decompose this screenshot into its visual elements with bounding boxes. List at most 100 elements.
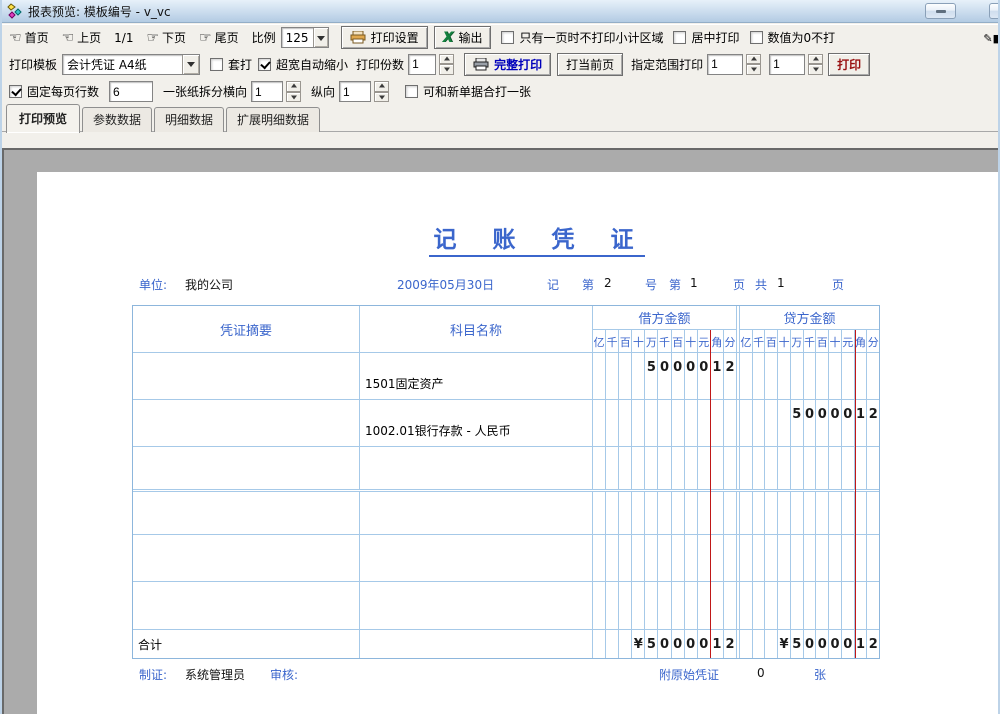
- table-row: 1501固定资产 5000012: [133, 353, 879, 400]
- checkbox-zero-no-print[interactable]: 数值为0不打: [750, 29, 836, 46]
- range-from-stepper[interactable]: [746, 54, 761, 75]
- total-pages-number: 1: [777, 276, 785, 290]
- cell-credit-digits: [740, 353, 879, 399]
- checkbox-box[interactable]: [501, 31, 514, 44]
- checkbox-center-print[interactable]: 居中打印: [673, 29, 739, 46]
- chevron-down-icon[interactable]: [182, 55, 199, 74]
- tab-detail-data[interactable]: 明细数据: [154, 107, 224, 132]
- print-current-page-button[interactable]: 打当前页: [557, 53, 623, 76]
- title-bar: 报表预览: 模板编号 - v_vc: [2, 0, 998, 23]
- scale-value: 125: [282, 28, 313, 47]
- prev-page-label: 上页: [77, 29, 101, 46]
- prev-page-button[interactable]: ☜ 上页: [62, 29, 102, 46]
- checkbox-box[interactable]: [210, 58, 223, 71]
- table-row: [133, 535, 879, 582]
- toolbar-print-options: 打印模板 会计凭证 A4纸 套打 超宽自动缩小 打印份数 完整打印 打当前页 指: [2, 50, 998, 78]
- digit-cell: [632, 447, 645, 489]
- digit-cell: [765, 582, 778, 629]
- digit-cell: 万: [791, 330, 804, 352]
- cell-summary: [133, 535, 360, 581]
- rows-per-page-input[interactable]: [109, 81, 153, 102]
- checkbox-box[interactable]: [673, 31, 686, 44]
- digit-cell: [685, 447, 698, 489]
- last-page-button[interactable]: ☞ 尾页: [199, 29, 239, 46]
- spin-down-icon[interactable]: [374, 92, 389, 103]
- checkbox-box[interactable]: [258, 58, 271, 71]
- range-to-stepper[interactable]: [808, 54, 823, 75]
- digit-cell: [740, 447, 753, 489]
- spin-down-icon[interactable]: [808, 64, 823, 75]
- digit-cell: [740, 535, 753, 581]
- digit-cell: [829, 582, 842, 629]
- checkbox-overlay-print[interactable]: 套打: [210, 56, 252, 73]
- checkbox-label: 固定每页行数: [27, 83, 99, 100]
- spin-up-icon[interactable]: [746, 54, 761, 65]
- attachments-label: 附原始凭证: [659, 666, 719, 683]
- checkbox-merge-print[interactable]: 可和新单据合打一张: [405, 83, 531, 100]
- digit-cell: [698, 492, 711, 534]
- total-label: 合计: [133, 630, 360, 658]
- digit-cell: 十: [778, 330, 791, 352]
- spin-down-icon[interactable]: [439, 64, 454, 75]
- digit-cell: 0: [672, 353, 685, 399]
- digit-cell: [765, 353, 778, 399]
- digit-cell: [867, 353, 879, 399]
- tab-extended-detail-data[interactable]: 扩展明细数据: [226, 107, 320, 132]
- digit-cell: 分: [867, 330, 879, 352]
- template-label: 打印模板: [9, 56, 57, 73]
- digit-cell: 0: [658, 353, 671, 399]
- split-horizontal-stepper[interactable]: [286, 81, 301, 102]
- full-print-button[interactable]: 完整打印: [464, 53, 551, 76]
- checkbox-fixed-rows[interactable]: 固定每页行数: [9, 83, 99, 100]
- checkbox-box[interactable]: [750, 31, 763, 44]
- print-settings-button[interactable]: 打印设置: [341, 26, 428, 49]
- range-from-input[interactable]: [707, 54, 743, 75]
- digit-cell: [855, 582, 868, 629]
- maker-value: 系统管理员: [185, 666, 245, 683]
- chevron-down-icon[interactable]: [313, 28, 328, 47]
- spin-up-icon[interactable]: [374, 81, 389, 92]
- checkbox-box[interactable]: [405, 85, 418, 98]
- digit-cell: [593, 353, 606, 399]
- spin-down-icon[interactable]: [746, 64, 761, 75]
- template-combo[interactable]: 会计凭证 A4纸: [62, 54, 200, 75]
- digit-cell: [829, 492, 842, 534]
- range-to-input[interactable]: [769, 54, 805, 75]
- maximize-button[interactable]: [989, 3, 998, 19]
- digit-cell: 亿: [740, 330, 753, 352]
- copies-stepper[interactable]: [439, 54, 454, 75]
- export-button[interactable]: X 输出: [434, 26, 492, 49]
- minimize-button[interactable]: [925, 3, 956, 19]
- split-vertical-input[interactable]: [339, 81, 371, 102]
- digit-cell: [740, 353, 753, 399]
- print-button[interactable]: 打印: [828, 53, 870, 76]
- checkbox-no-subtotal-area[interactable]: 只有一页时不打印小计区域: [501, 29, 663, 46]
- split-vertical-stepper[interactable]: [374, 81, 389, 102]
- digit-cell: [753, 353, 766, 399]
- spin-down-icon[interactable]: [286, 92, 301, 103]
- digit-cell: [698, 447, 711, 489]
- digit-cell: 0: [829, 400, 842, 446]
- scale-combo[interactable]: 125: [281, 27, 329, 48]
- spin-up-icon[interactable]: [286, 81, 301, 92]
- spin-up-icon[interactable]: [808, 54, 823, 65]
- next-page-button[interactable]: ☞ 下页: [146, 29, 186, 46]
- page-word: 页: [733, 276, 745, 293]
- tab-print-preview[interactable]: 打印预览: [6, 104, 80, 133]
- checkbox-auto-shrink[interactable]: 超宽自动缩小: [258, 56, 348, 73]
- digit-cell: [867, 582, 879, 629]
- print-current-label: 打当前页: [566, 56, 614, 73]
- digit-cell: [753, 400, 766, 446]
- digit-cell: [867, 492, 879, 534]
- cell-credit-digits: [740, 492, 879, 534]
- header-subject: 科目名称: [360, 306, 593, 352]
- copies-input[interactable]: [408, 54, 436, 75]
- checkbox-box[interactable]: [9, 85, 22, 98]
- unit-label: 单位:: [139, 276, 167, 293]
- spin-up-icon[interactable]: [439, 54, 454, 65]
- tab-parameter-data[interactable]: 参数数据: [82, 107, 152, 132]
- first-page-button[interactable]: ☜ 首页: [9, 29, 49, 46]
- digit-cell: [724, 492, 736, 534]
- digit-cell: [829, 535, 842, 581]
- split-horizontal-input[interactable]: [251, 81, 283, 102]
